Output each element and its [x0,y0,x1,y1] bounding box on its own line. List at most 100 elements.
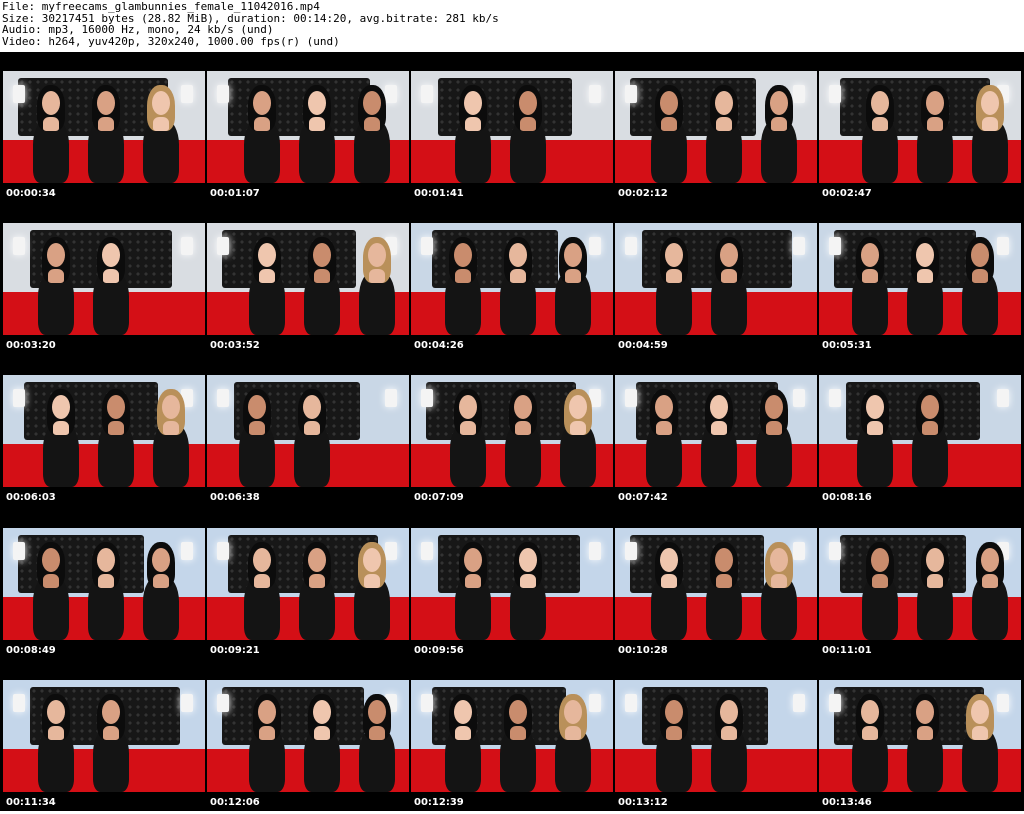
skin-area [98,117,114,131]
wall-lamp [13,389,25,407]
thumbnail-cell: 00:02:12 [615,71,817,205]
wall-lamp [13,237,25,255]
skin-area [862,726,878,740]
skin-area [515,421,531,435]
face [655,395,673,419]
face [248,395,266,419]
wall-lamp [385,389,397,407]
video-frame-thumbnail [207,528,409,640]
skin-area [163,421,179,435]
wall-lamp [997,694,1009,712]
thumbnail-cell: 00:04:59 [615,223,817,357]
face [464,91,482,115]
face [368,700,386,724]
face [52,395,70,419]
skin-area [48,269,64,283]
video-frame-thumbnail [615,223,817,335]
skin-area [249,421,265,435]
video-frame-thumbnail [3,223,205,335]
skin-area [922,421,938,435]
thumbnail-cell: 00:02:47 [819,71,1021,205]
thumbnail-cell: 00:07:09 [411,375,613,509]
thumbnail-cell: 00:08:16 [819,375,1021,509]
headboard [630,534,764,593]
skin-area [364,574,380,588]
skin-area [455,269,471,283]
timestamp-label: 00:05:31 [822,340,872,351]
face [871,548,889,572]
wall-lamp [625,85,637,103]
skin-area [766,421,782,435]
thumbnail-cell: 00:01:07 [207,71,409,205]
wall-lamp [589,237,601,255]
face [454,243,472,267]
face [459,395,477,419]
video-frame-thumbnail [615,680,817,792]
face [514,395,532,419]
timestamp-label: 00:03:52 [210,340,260,351]
skin-area [460,421,476,435]
thumbnail-cell: 00:10:28 [615,528,817,662]
face [363,91,381,115]
skin-area [927,574,943,588]
skin-area [565,726,581,740]
skin-area [309,117,325,131]
face [152,91,170,115]
face [720,243,738,267]
skin-area [982,117,998,131]
skin-area [53,421,69,435]
skin-area [369,269,385,283]
face [861,243,879,267]
face [97,91,115,115]
thumbnail-cell: 00:12:06 [207,680,409,814]
timestamp-label: 00:12:39 [414,797,464,808]
face [509,700,527,724]
skin-area [565,269,581,283]
thumbnail-cell: 00:00:34 [3,71,205,205]
face [660,91,678,115]
face [770,548,788,572]
timestamp-label: 00:04:59 [618,340,668,351]
video-frame-thumbnail [411,223,613,335]
timestamp-label: 00:13:12 [618,797,668,808]
thumbnail-cell: 00:04:26 [411,223,613,357]
skin-area [369,726,385,740]
thumbnail-cell: 00:07:42 [615,375,817,509]
face [102,243,120,267]
skin-area [254,574,270,588]
face [665,243,683,267]
timestamp-label: 00:08:16 [822,492,872,503]
video-frame-thumbnail [411,528,613,640]
timestamp-label: 00:11:01 [822,645,872,656]
video-frame-thumbnail [3,528,205,640]
wall-lamp [217,85,229,103]
wall-lamp [13,694,25,712]
wall-lamp [625,542,637,560]
skin-area [314,726,330,740]
face [308,91,326,115]
headboard [840,77,990,136]
timestamp-label: 00:04:26 [414,340,464,351]
skin-area [927,117,943,131]
video-frame-thumbnail [819,71,1021,183]
wall-lamp [997,237,1009,255]
face [152,548,170,572]
face [519,548,537,572]
skin-area [153,117,169,131]
face [770,91,788,115]
face [861,700,879,724]
skin-area [465,574,481,588]
face [313,700,331,724]
face [313,243,331,267]
wall-lamp [421,85,433,103]
timestamp-label: 00:06:38 [210,492,260,503]
headboard [222,686,364,745]
skin-area [108,421,124,435]
skin-area [520,117,536,131]
face [971,700,989,724]
face [42,91,60,115]
face [926,91,944,115]
wall-lamp [13,542,25,560]
thumbnail-cell: 00:12:39 [411,680,613,814]
skin-area [721,269,737,283]
